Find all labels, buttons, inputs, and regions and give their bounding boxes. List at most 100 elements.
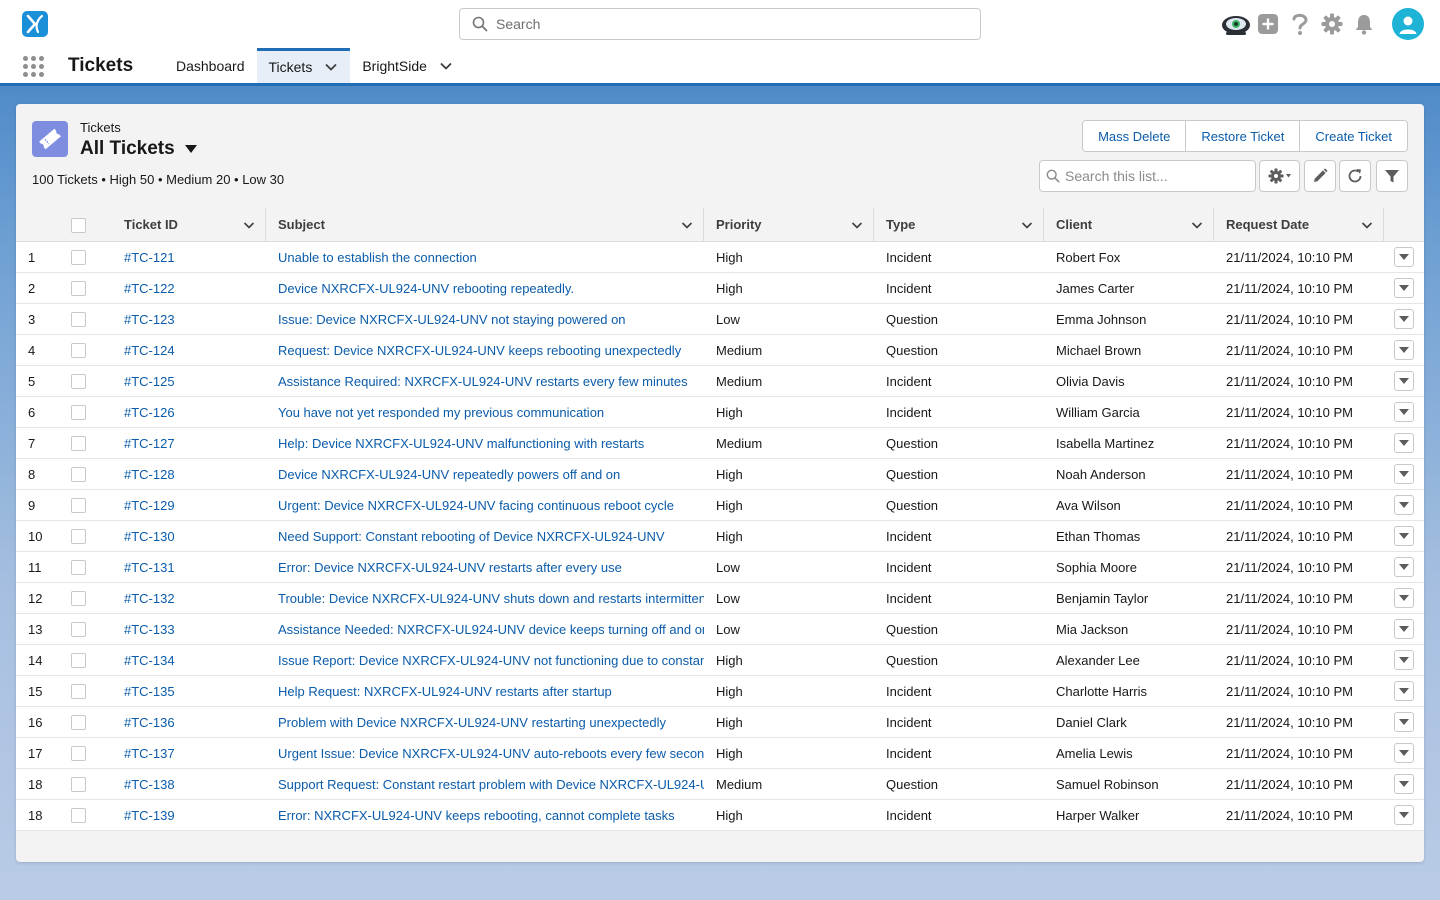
tab-dashboard[interactable]: Dashboard — [164, 48, 257, 83]
table-row[interactable]: 15 #TC-135 Help Request: NXRCFX-UL924-UN… — [16, 675, 1424, 707]
user-avatar-icon[interactable] — [1392, 8, 1424, 40]
table-row[interactable]: 6 #TC-126 You have not yet responded my … — [16, 396, 1424, 428]
row-checkbox[interactable] — [70, 653, 86, 669]
ticket-id-link[interactable]: #TC-123 — [124, 312, 175, 327]
subject-link[interactable]: Urgent: Device NXRCFX-UL924-UNV facing c… — [278, 498, 674, 513]
gear-icon[interactable] — [1316, 8, 1348, 40]
ticket-id-link[interactable]: #TC-136 — [124, 715, 175, 730]
ticket-id-link[interactable]: #TC-130 — [124, 529, 175, 544]
row-actions-button[interactable] — [1394, 681, 1414, 701]
chevron-down-icon[interactable] — [681, 219, 693, 231]
row-checkbox[interactable] — [70, 715, 86, 731]
table-row[interactable]: 18 #TC-138 Support Request: Constant res… — [16, 768, 1424, 800]
row-actions-button[interactable] — [1394, 774, 1414, 794]
chevron-down-icon[interactable] — [1191, 219, 1203, 231]
table-row[interactable]: 2 #TC-122 Device NXRCFX-UL924-UNV reboot… — [16, 272, 1424, 304]
subject-link[interactable]: Error: Device NXRCFX-UL924-UNV restarts … — [278, 560, 622, 575]
column-header-request-date[interactable]: Request Date — [1214, 208, 1384, 242]
subject-link[interactable]: Unable to establish the connection — [278, 250, 477, 265]
row-checkbox[interactable] — [70, 591, 86, 607]
column-header-subject[interactable]: Subject — [266, 208, 704, 242]
subject-link[interactable]: Support Request: Constant restart proble… — [278, 777, 704, 792]
subject-link[interactable]: Issue: Device NXRCFX-UL924-UNV not stayi… — [278, 312, 626, 327]
list-search-input[interactable] — [1065, 168, 1250, 184]
app-launcher-icon[interactable] — [23, 56, 45, 78]
row-actions-button[interactable] — [1394, 650, 1414, 670]
row-actions-button[interactable] — [1394, 557, 1414, 577]
subject-link[interactable]: Trouble: Device NXRCFX-UL924-UNV shuts d… — [278, 591, 704, 606]
bell-icon[interactable] — [1348, 8, 1380, 40]
list-view-title[interactable]: All Tickets — [80, 138, 197, 160]
help-icon[interactable] — [1284, 8, 1316, 40]
ticket-id-link[interactable]: #TC-122 — [124, 281, 175, 296]
table-row[interactable]: 14 #TC-134 Issue Report: Device NXRCFX-U… — [16, 644, 1424, 676]
row-checkbox[interactable] — [70, 281, 86, 297]
column-header-priority[interactable]: Priority — [704, 208, 874, 242]
row-checkbox[interactable] — [70, 467, 86, 483]
ticket-id-link[interactable]: #TC-131 — [124, 560, 175, 575]
subject-link[interactable]: Error: NXRCFX-UL924-UNV keeps rebooting,… — [278, 808, 675, 823]
global-search-input[interactable] — [496, 16, 956, 32]
subject-link[interactable]: Help: Device NXRCFX-UL924-UNV malfunctio… — [278, 436, 644, 451]
row-actions-button[interactable] — [1394, 464, 1414, 484]
ticket-id-link[interactable]: #TC-124 — [124, 343, 175, 358]
row-checkbox[interactable] — [70, 436, 86, 452]
ticket-id-link[interactable]: #TC-138 — [124, 777, 175, 792]
ticket-id-link[interactable]: #TC-139 — [124, 808, 175, 823]
list-search[interactable] — [1039, 160, 1256, 192]
row-actions-button[interactable] — [1394, 309, 1414, 329]
row-actions-button[interactable] — [1394, 340, 1414, 360]
row-actions-button[interactable] — [1394, 712, 1414, 732]
row-checkbox[interactable] — [70, 250, 86, 266]
row-checkbox[interactable] — [70, 343, 86, 359]
row-checkbox[interactable] — [70, 498, 86, 514]
subject-link[interactable]: Need Support: Constant rebooting of Devi… — [278, 529, 665, 544]
row-actions-button[interactable] — [1394, 433, 1414, 453]
chevron-down-icon[interactable] — [851, 219, 863, 231]
row-actions-button[interactable] — [1394, 402, 1414, 422]
table-row[interactable]: 1 #TC-121 Unable to establish the connec… — [16, 241, 1424, 273]
tab-brightside[interactable]: BrightSide — [350, 48, 465, 83]
mass-delete-button[interactable]: Mass Delete — [1083, 121, 1186, 151]
row-actions-button[interactable] — [1394, 805, 1414, 825]
filter-button[interactable] — [1376, 160, 1408, 192]
tab-tickets[interactable]: Tickets — [256, 48, 351, 83]
row-actions-button[interactable] — [1394, 588, 1414, 608]
global-search[interactable] — [459, 8, 981, 40]
ticket-id-link[interactable]: #TC-135 — [124, 684, 175, 699]
table-row[interactable]: 17 #TC-137 Urgent Issue: Device NXRCFX-U… — [16, 737, 1424, 769]
table-row[interactable]: 5 #TC-125 Assistance Required: NXRCFX-UL… — [16, 365, 1424, 397]
subject-link[interactable]: Device NXRCFX-UL924-UNV rebooting repeat… — [278, 281, 574, 296]
ticket-id-link[interactable]: #TC-128 — [124, 467, 175, 482]
chevron-down-icon[interactable] — [1021, 219, 1033, 231]
column-header-client[interactable]: Client — [1044, 208, 1214, 242]
table-row[interactable]: 13 #TC-133 Assistance Needed: NXRCFX-UL9… — [16, 613, 1424, 645]
subject-link[interactable]: Request: Device NXRCFX-UL924-UNV keeps r… — [278, 343, 681, 358]
row-actions-button[interactable] — [1394, 619, 1414, 639]
row-checkbox[interactable] — [70, 405, 86, 421]
row-actions-button[interactable] — [1394, 278, 1414, 298]
row-checkbox[interactable] — [70, 622, 86, 638]
row-checkbox[interactable] — [70, 684, 86, 700]
subject-link[interactable]: You have not yet responded my previous c… — [278, 405, 604, 420]
row-checkbox[interactable] — [70, 777, 86, 793]
list-settings-button[interactable] — [1259, 160, 1300, 192]
row-checkbox[interactable] — [70, 746, 86, 762]
table-row[interactable]: 18 #TC-139 Error: NXRCFX-UL924-UNV keeps… — [16, 799, 1424, 831]
row-actions-button[interactable] — [1394, 743, 1414, 763]
subject-link[interactable]: Device NXRCFX-UL924-UNV repeatedly power… — [278, 467, 620, 482]
row-checkbox[interactable] — [70, 529, 86, 545]
table-row[interactable]: 10 #TC-130 Need Support: Constant reboot… — [16, 520, 1424, 552]
caret-down-icon[interactable] — [184, 144, 197, 154]
agent-avatar-icon[interactable] — [1220, 8, 1252, 40]
table-row[interactable]: 11 #TC-131 Error: Device NXRCFX-UL924-UN… — [16, 551, 1424, 583]
table-row[interactable]: 7 #TC-127 Help: Device NXRCFX-UL924-UNV … — [16, 427, 1424, 459]
add-icon[interactable] — [1252, 8, 1284, 40]
create-ticket-button[interactable]: Create Ticket — [1299, 121, 1407, 151]
chevron-down-icon[interactable] — [243, 219, 255, 231]
edit-list-button[interactable] — [1304, 160, 1336, 192]
row-checkbox[interactable] — [70, 560, 86, 576]
table-row[interactable]: 12 #TC-132 Trouble: Device NXRCFX-UL924-… — [16, 582, 1424, 614]
subject-link[interactable]: Help Request: NXRCFX-UL924-UNV restarts … — [278, 684, 612, 699]
row-actions-button[interactable] — [1394, 495, 1414, 515]
